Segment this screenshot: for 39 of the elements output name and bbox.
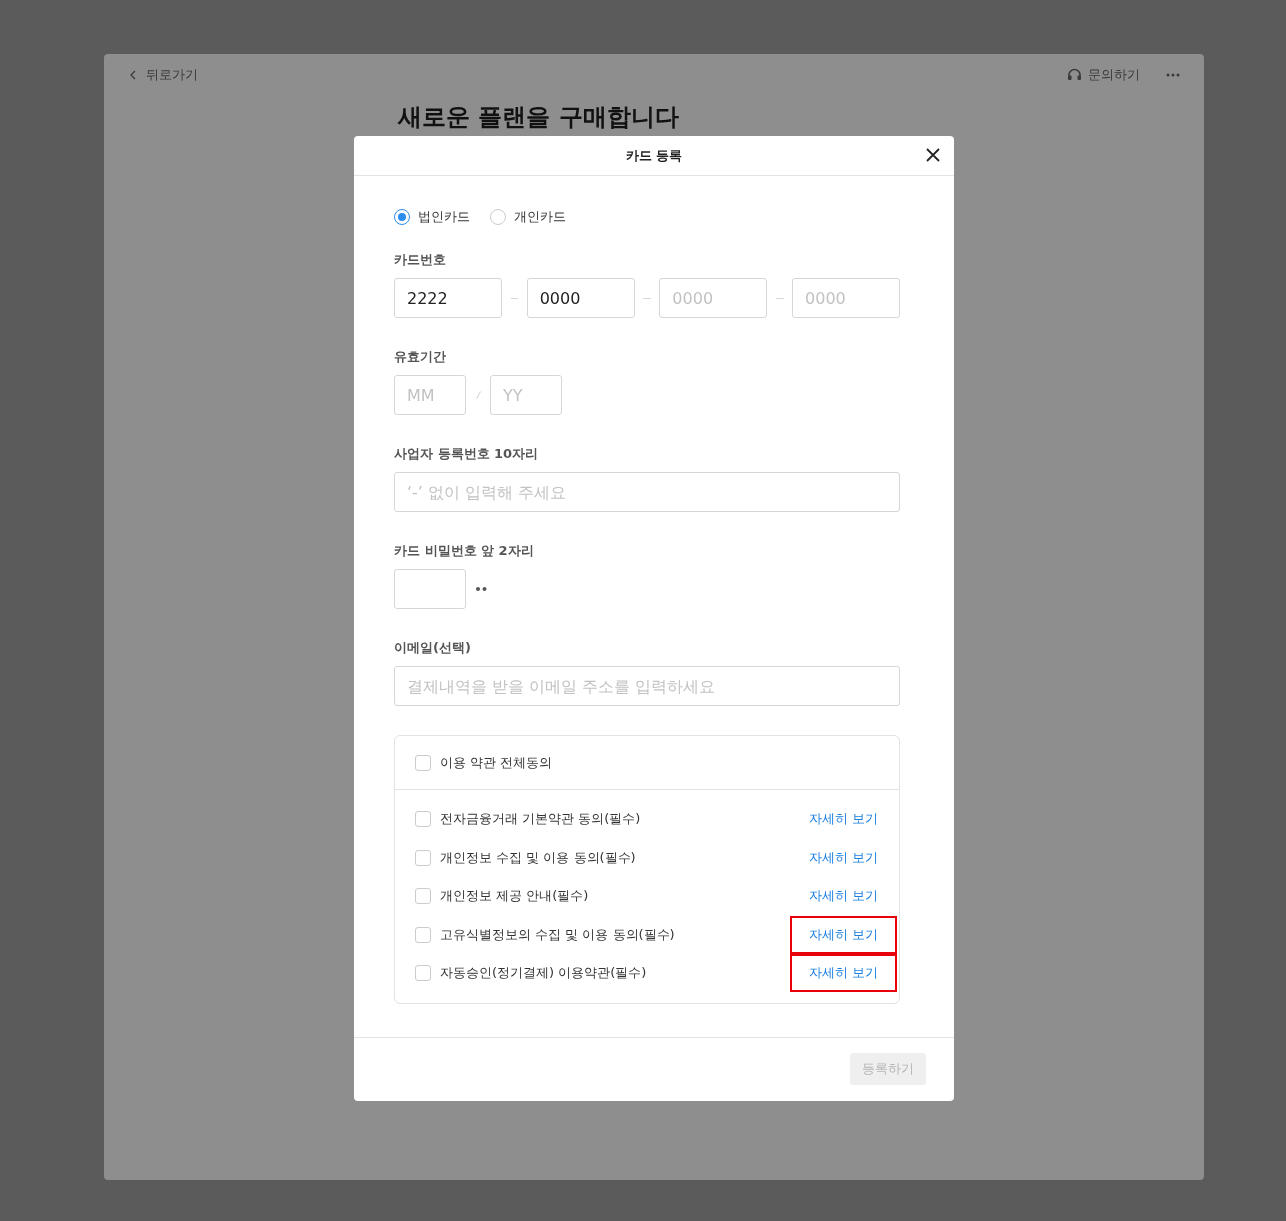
card-number-field[interactable]: 2222 — [394, 278, 502, 318]
dash-separator — [510, 297, 519, 299]
details-link[interactable]: 자세히 보기 — [808, 925, 878, 944]
more-button[interactable] — [1166, 73, 1180, 77]
dash-separator — [643, 297, 651, 299]
agree-all-checkbox[interactable]: 이용 약관 전체동의 — [415, 753, 553, 772]
field-label: 이메일(선택) — [394, 639, 472, 657]
field-label: 유효기간 — [394, 348, 447, 366]
headset-icon — [1067, 68, 1082, 82]
radio-label: 개인카드 — [514, 208, 566, 226]
password-field[interactable] — [394, 569, 466, 609]
business-number-field[interactable]: ‘-’ 없이 입력해 주세요 — [394, 472, 900, 512]
card-number-field[interactable]: 0000 — [526, 278, 635, 318]
masked-digits-icon — [476, 587, 487, 591]
details-link[interactable]: 자세히 보기 — [808, 887, 878, 906]
email-field[interactable]: 결제내역을 받을 이메일 주소를 입력하세요 — [394, 666, 900, 706]
page-title: 새로운 플랜을 구매합니다 — [398, 102, 680, 132]
chevron-left-icon — [130, 70, 136, 80]
details-link[interactable]: 자세히 보기 — [808, 964, 878, 983]
dialog-title: 카드 등록 — [625, 146, 683, 165]
expiry-field[interactable]: MM — [394, 375, 466, 415]
more-icon — [1166, 73, 1180, 77]
card-type-radio[interactable]: 법인카드 — [394, 208, 470, 226]
expiry-field[interactable]: YY — [490, 375, 562, 415]
field-label: 카드번호 — [394, 251, 447, 269]
card-number-field[interactable]: 0000 — [659, 278, 768, 318]
dash-separator — [775, 297, 784, 299]
details-link[interactable]: 자세히 보기 — [808, 810, 878, 829]
card-type-radio[interactable]: 개인카드 — [490, 208, 566, 226]
details-link[interactable]: 자세히 보기 — [808, 848, 878, 867]
field-label: 사업자 등록번호 10자리 — [394, 445, 540, 463]
checkbox-label: 이용 약관 전체동의 — [440, 753, 553, 772]
close-icon — [924, 146, 942, 164]
field-label: 카드 비밀번호 앞 2자리 — [394, 542, 535, 560]
radio-label: 법인카드 — [418, 208, 470, 226]
close-button[interactable] — [924, 146, 942, 164]
card-number-field[interactable]: 0000 — [792, 278, 900, 318]
contact-link[interactable]: 문의하기 — [1067, 66, 1140, 84]
back-link[interactable]: 뒤로가기 — [130, 66, 198, 84]
